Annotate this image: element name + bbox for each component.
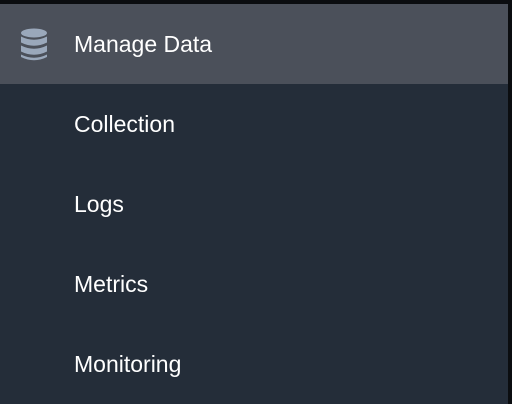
manage-data-submenu: Collection Logs Metrics Monitoring [0,84,508,404]
menu-item-collection[interactable]: Collection [0,84,508,164]
menu-item-label: Monitoring [74,351,182,377]
menu-item-label: Metrics [74,271,149,297]
sidebar-menu: Manage Data Collection Logs Metrics Moni… [0,0,508,404]
menu-item-label: Collection [74,111,175,137]
menu-item-monitoring[interactable]: Monitoring [0,324,508,404]
database-icon [19,28,49,62]
manage-data-label: Manage Data [74,31,213,57]
menu-item-metrics[interactable]: Metrics [0,244,508,324]
menu-item-logs[interactable]: Logs [0,164,508,244]
manage-data-menu-header[interactable]: Manage Data [0,4,508,84]
menu-item-label: Logs [74,191,124,217]
